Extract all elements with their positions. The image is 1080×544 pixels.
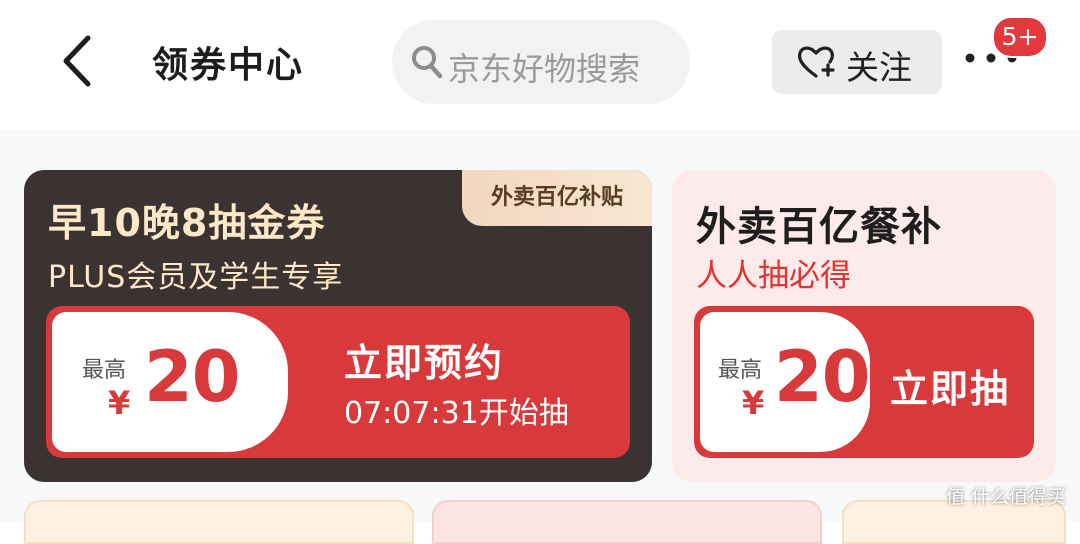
card-subtitle: 人人抽必得 [696, 258, 851, 294]
currency-symbol: ¥ [742, 384, 765, 422]
notification-badge: 5+ [992, 16, 1048, 58]
takeout-subsidy-card[interactable]: 外卖百亿餐补 人人抽必得 最高 ¥ 20 立即抽 [672, 170, 1056, 482]
coupon-amount-stub: 最高 ¥ 20 [700, 312, 870, 452]
currency-symbol: ¥ [108, 384, 131, 422]
coupon-amount: 20 [144, 336, 240, 418]
max-label: 最高 [82, 358, 127, 383]
lottery-gold-coupon-card[interactable]: 外卖百亿补贴 早10晚8抽金券 PLUS会员及学生专享 最高 ¥ 20 立即预约… [24, 170, 652, 482]
follow-button[interactable]: 关注 [772, 30, 942, 94]
follow-label: 关注 [846, 48, 912, 87]
coupon-amount: 20 [774, 336, 870, 418]
card-title: 外卖百亿餐补 [696, 204, 942, 250]
search-icon [412, 46, 443, 79]
heart-plus-icon [797, 46, 835, 78]
reserve-now-label: 立即预约 [344, 341, 505, 385]
back-button[interactable] [54, 30, 104, 92]
search-placeholder: 京东好物搜索 [448, 50, 641, 88]
next-card-peek[interactable] [432, 500, 822, 544]
top-navigation-bar: 领券中心 京东好物搜索 关注 5+ [0, 0, 1080, 130]
page-title: 领券中心 [152, 45, 305, 86]
reserve-coupon-button[interactable]: 最高 ¥ 20 立即预约 07:07:31开始抽 [46, 306, 630, 458]
card-subtitle: PLUS会员及学生专享 [48, 260, 344, 295]
max-label: 最高 [718, 358, 763, 383]
watermark: 值 什么值得买 [945, 486, 1066, 508]
draw-now-button[interactable]: 最高 ¥ 20 立即抽 [694, 306, 1034, 458]
coupon-amount-stub: 最高 ¥ 20 [52, 312, 288, 452]
draw-now-label: 立即抽 [890, 367, 1011, 411]
countdown-text: 07:07:31开始抽 [344, 396, 569, 431]
back-arrow-icon [63, 35, 91, 87]
search-input[interactable]: 京东好物搜索 [392, 20, 690, 104]
next-card-peek[interactable] [24, 500, 414, 544]
card-title: 早10晚8抽金券 [48, 201, 326, 245]
card-tag: 外卖百亿补贴 [462, 170, 652, 226]
